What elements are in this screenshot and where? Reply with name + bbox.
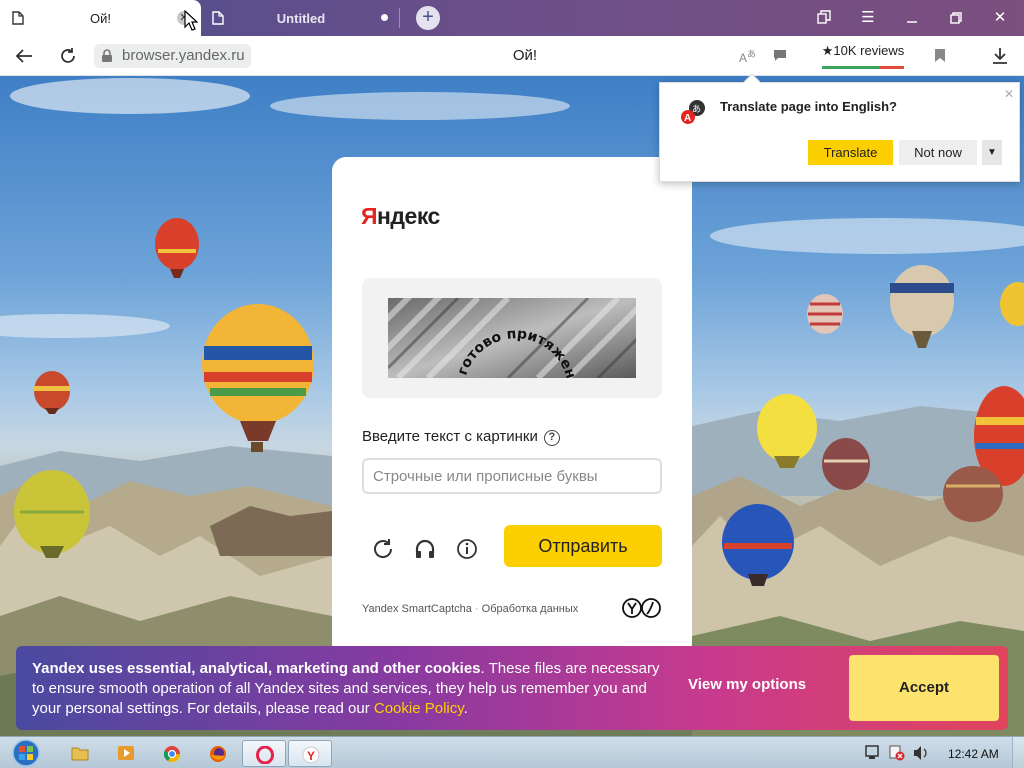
address-bar: browser.yandex.ru Ой! Aあ ★10K reviews xyxy=(0,36,1024,76)
cookie-text: Yandex uses essential, analytical, marke… xyxy=(32,659,672,719)
system-clock[interactable]: 12:42 AM xyxy=(948,747,999,761)
taskbar-opera[interactable] xyxy=(242,740,286,767)
data-processing-link[interactable]: Обработка данных xyxy=(482,603,579,615)
cookie-banner: Yandex uses essential, analytical, marke… xyxy=(16,646,1008,730)
submit-button[interactable]: Отправить xyxy=(504,525,662,567)
captcha-input[interactable] xyxy=(362,458,662,494)
yandex-browser-icon: Y xyxy=(302,746,320,764)
svg-text:あ: あ xyxy=(747,49,756,60)
translate-badge-icon: あA xyxy=(681,100,705,124)
translate-popup: あA Translate page into English? ✕ Transl… xyxy=(659,73,1020,182)
page-title: Ой! xyxy=(512,47,538,64)
page-icon xyxy=(212,11,224,25)
yandex-logo: Яндекс xyxy=(361,203,440,230)
download-icon[interactable] xyxy=(992,47,1008,64)
balloon xyxy=(1000,282,1024,326)
media-player-icon xyxy=(118,746,134,760)
balloon xyxy=(155,218,199,278)
taskbar-media-player[interactable] xyxy=(104,740,148,767)
captcha-footer: Yandex SmartCaptcha · Обработка данных xyxy=(362,603,578,615)
captcha-card: Яндекс готово притяжение Введите текст с… xyxy=(332,157,692,657)
new-tab-button[interactable]: + xyxy=(416,6,440,30)
close-popup-icon[interactable]: ✕ xyxy=(1004,87,1014,101)
start-button-icon[interactable] xyxy=(7,738,45,768)
svg-text:A: A xyxy=(739,51,747,65)
tab-oops[interactable]: Ой! ✕ xyxy=(0,0,201,37)
tab-label: Ой! xyxy=(90,11,111,26)
cookie-bold-text: Yandex uses essential, analytical, marke… xyxy=(32,660,481,677)
opera-icon xyxy=(256,746,274,764)
balloon xyxy=(890,265,954,348)
reviews-text: ★10K reviews xyxy=(821,43,905,58)
not-now-button[interactable]: Not now xyxy=(899,140,977,165)
page-icon xyxy=(12,11,24,25)
audio-captcha-icon[interactable] xyxy=(411,535,439,563)
close-window-button[interactable]: ✕ xyxy=(981,0,1019,36)
mouse-cursor-icon xyxy=(184,10,198,31)
cookie-text-end: . xyxy=(463,700,468,717)
tab-divider xyxy=(399,8,400,28)
translate-prompt: Translate page into English? xyxy=(720,99,897,114)
reviews-badge[interactable]: ★10K reviews xyxy=(818,43,908,69)
url-field[interactable]: browser.yandex.ru xyxy=(94,44,251,68)
unsaved-dot-icon xyxy=(381,14,388,21)
svg-text:Y: Y xyxy=(307,749,315,763)
taskbar-explorer[interactable] xyxy=(58,740,102,767)
windows-taskbar: Y 12:42 AM xyxy=(0,736,1024,768)
footer-separator: · xyxy=(471,603,482,615)
prompt-text: Введите текст с картинки xyxy=(362,428,538,445)
tab-untitled[interactable]: Untitled xyxy=(201,0,399,36)
taskbar-firefox[interactable] xyxy=(196,740,240,767)
smartcaptcha-logo-icon xyxy=(622,598,661,618)
tab-label: Untitled xyxy=(276,11,326,26)
minimize-button[interactable] xyxy=(893,0,931,36)
logo-rest: ндекс xyxy=(377,203,440,229)
menu-icon[interactable]: ☰ xyxy=(849,0,887,36)
chrome-icon xyxy=(163,746,181,763)
balloon xyxy=(822,438,870,490)
logo-letter: Я xyxy=(361,203,378,229)
balloon xyxy=(943,466,1003,522)
taskbar-yandex-browser[interactable]: Y xyxy=(288,740,332,767)
url-text: browser.yandex.ru xyxy=(122,47,245,64)
bookmark-icon[interactable] xyxy=(934,48,946,63)
captcha-image: готово притяжение xyxy=(388,298,636,378)
translate-icon[interactable]: Aあ xyxy=(738,46,758,66)
tab-bar: Ой! ✕ Untitled + ☰ ✕ xyxy=(0,0,1024,37)
smartcaptcha-link[interactable]: Yandex SmartCaptcha xyxy=(362,603,472,615)
tabs-overview-icon[interactable] xyxy=(805,0,843,36)
system-tray-icons[interactable] xyxy=(864,744,934,762)
chevron-down-icon[interactable]: ▼ xyxy=(982,140,1002,165)
captcha-image-box: готово притяжение xyxy=(362,278,662,398)
taskbar-chrome[interactable] xyxy=(150,740,194,767)
restore-button[interactable] xyxy=(937,0,975,36)
info-icon[interactable] xyxy=(453,535,481,563)
svg-text:A: A xyxy=(684,113,691,124)
cookie-policy-link[interactable]: Cookie Policy xyxy=(374,700,464,717)
reload-button[interactable] xyxy=(55,44,81,68)
accept-cookies-button[interactable]: Accept xyxy=(849,655,999,721)
comment-icon[interactable] xyxy=(773,49,787,62)
back-button[interactable] xyxy=(11,44,37,68)
captcha-prompt: Введите текст с картинки? xyxy=(362,428,560,446)
lock-icon xyxy=(102,49,112,62)
balloon xyxy=(202,304,314,452)
balloon xyxy=(807,294,843,334)
rating-bar xyxy=(822,66,904,69)
show-desktop-button[interactable] xyxy=(1012,737,1024,768)
folder-icon xyxy=(71,747,89,761)
refresh-captcha-icon[interactable] xyxy=(369,535,397,563)
balloon xyxy=(34,371,70,414)
help-icon[interactable]: ? xyxy=(543,430,560,446)
translate-button[interactable]: Translate xyxy=(808,140,893,165)
firefox-icon xyxy=(210,746,226,762)
view-options-button[interactable]: View my options xyxy=(688,676,806,693)
